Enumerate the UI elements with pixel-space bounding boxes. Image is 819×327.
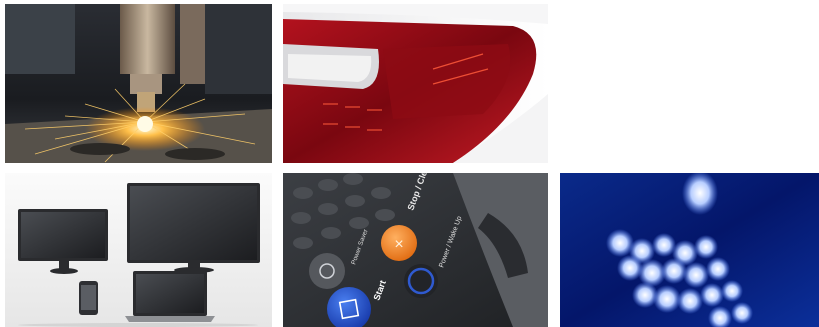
gallery-tile-laser-cutting[interactable] xyxy=(5,4,272,163)
gallery-tile-printer-panel[interactable]: × Stop / Clear Power / Wake Up Power Sav… xyxy=(283,173,548,327)
car-tail-light-photo xyxy=(283,4,548,163)
gallery-tile-blue-led-lights[interactable] xyxy=(560,173,819,327)
gallery-tile-car-tail-light[interactable] xyxy=(283,4,548,163)
power-saver-button-graphic xyxy=(309,253,345,289)
monitors-devices-photo xyxy=(5,173,272,327)
svg-text:×: × xyxy=(394,236,403,253)
blue-led-lights-photo xyxy=(560,173,819,327)
gallery-tile-monitors-devices[interactable] xyxy=(5,173,272,327)
laser-cutting-photo xyxy=(5,4,272,163)
printer-control-panel-photo: × Stop / Clear Power / Wake Up Power Sav… xyxy=(283,173,548,327)
